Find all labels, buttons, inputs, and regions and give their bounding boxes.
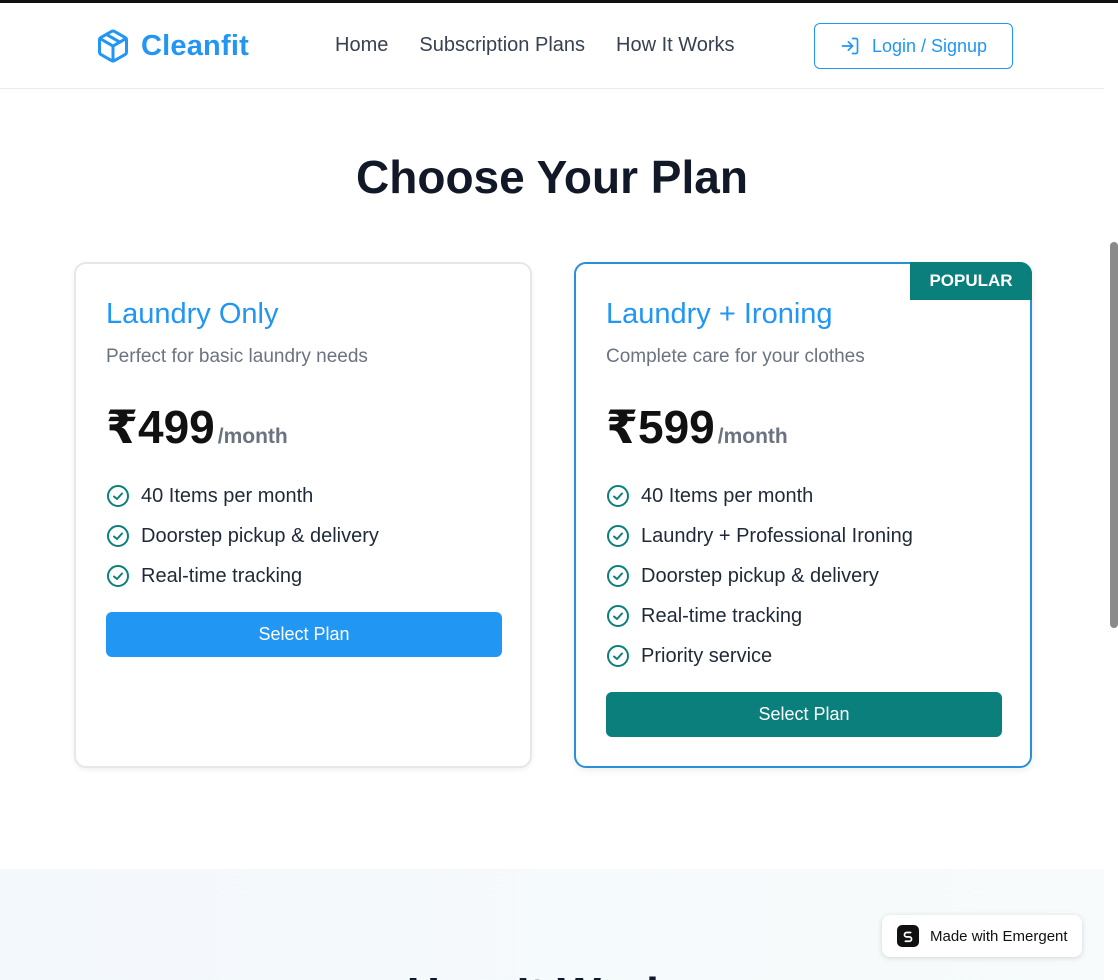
nav-subscription-plans[interactable]: Subscription Plans: [419, 34, 585, 57]
plan-features: 40 Items per month Doorstep pickup & del…: [106, 476, 379, 596]
plan-card-laundry-only: Laundry Only Perfect for basic laundry n…: [74, 262, 532, 768]
feature-text: Doorstep pickup & delivery: [641, 564, 879, 587]
check-circle-icon: [607, 645, 629, 667]
feature-item: Priority service: [606, 636, 913, 676]
feature-item: Real-time tracking: [106, 556, 379, 596]
plan-period: /month: [217, 425, 288, 448]
plan-name: Laundry Only: [106, 298, 279, 330]
login-icon: [841, 37, 859, 55]
check-circle-icon: [107, 525, 129, 547]
plan-features: 40 Items per month Laundry + Professiona…: [606, 476, 913, 676]
page-title: Choose Your Plan: [356, 151, 748, 203]
feature-text: Real-time tracking: [641, 604, 803, 627]
feature-text: Doorstep pickup & delivery: [141, 524, 379, 547]
login-signup-button[interactable]: Login / Signup: [814, 23, 1013, 69]
feature-text: Priority service: [641, 644, 773, 667]
feature-text: 40 Items per month: [641, 484, 814, 507]
brand-logo[interactable]: Cleanfit: [95, 27, 249, 65]
plan-period: /month: [717, 425, 788, 448]
select-plan-button[interactable]: Select Plan: [106, 612, 502, 657]
made-with-emergent-badge[interactable]: Made with Emergent: [882, 915, 1082, 957]
box-icon: [98, 29, 128, 63]
check-circle-icon: [607, 565, 629, 587]
nav-how-it-works[interactable]: How It Works: [616, 34, 735, 57]
site-header: Cleanfit Home Subscription Plans How It …: [0, 3, 1118, 89]
nav-home[interactable]: Home: [335, 34, 388, 57]
feature-text: 40 Items per month: [141, 484, 314, 507]
check-circle-icon: [607, 605, 629, 627]
feature-item: Laundry + Professional Ironing: [606, 516, 913, 556]
brand-name: Cleanfit: [141, 29, 249, 62]
plan-name: Laundry + Ironing: [606, 298, 833, 330]
check-circle-icon: [107, 565, 129, 587]
emergent-logo-icon: [897, 925, 919, 947]
plan-description: Perfect for basic laundry needs: [106, 346, 368, 367]
check-circle-icon: [607, 525, 629, 547]
emergent-label: Made with Emergent: [930, 927, 1068, 945]
plan-price: ₹599: [606, 401, 715, 453]
plan-price-row: ₹499 /month: [106, 400, 288, 454]
plan-card-laundry-ironing: POPULAR Laundry + Ironing Complete care …: [574, 262, 1032, 768]
login-signup-label: Login / Signup: [871, 35, 988, 56]
plan-description: Complete care for your clothes: [606, 346, 865, 367]
select-plan-button[interactable]: Select Plan: [606, 692, 1002, 737]
plan-price-row: ₹599 /month: [606, 400, 788, 454]
feature-item: Real-time tracking: [606, 596, 913, 636]
popular-badge: POPULAR: [910, 262, 1032, 300]
section-heading: How It Works: [0, 967, 1104, 980]
feature-item: 40 Items per month: [106, 476, 379, 516]
scrollbar-thumb[interactable]: [1110, 242, 1118, 628]
feature-item: 40 Items per month: [606, 476, 913, 516]
plan-price: ₹499: [106, 401, 215, 453]
feature-item: Doorstep pickup & delivery: [106, 516, 379, 556]
feature-item: Doorstep pickup & delivery: [606, 556, 913, 596]
check-circle-icon: [607, 485, 629, 507]
main-nav: Home Subscription Plans How It Works: [335, 34, 735, 57]
check-circle-icon: [107, 485, 129, 507]
feature-text: Real-time tracking: [141, 564, 303, 587]
feature-text: Laundry + Professional Ironing: [641, 524, 913, 547]
